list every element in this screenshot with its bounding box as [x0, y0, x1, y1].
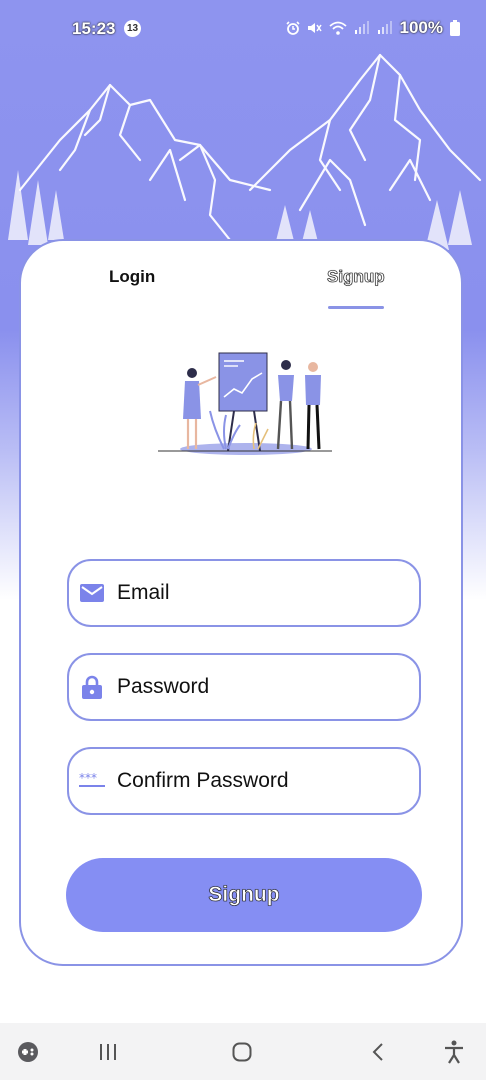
lock-icon	[79, 675, 105, 699]
recent-apps-icon	[100, 1043, 116, 1060]
recent-apps-button[interactable]	[88, 1023, 128, 1080]
back-icon	[372, 1042, 383, 1061]
notification-count-badge: 13	[124, 20, 141, 37]
active-tab-indicator	[328, 306, 384, 309]
signal-icon	[354, 21, 369, 34]
battery-percentage: 100%	[399, 18, 443, 37]
password-dots-icon: ***	[79, 773, 105, 789]
accessibility-button[interactable]	[434, 1023, 474, 1080]
mail-icon	[79, 584, 105, 602]
game-launcher-icon	[18, 1041, 38, 1062]
home-button[interactable]	[222, 1023, 262, 1080]
tab-login[interactable]: Login	[109, 267, 155, 287]
home-icon	[232, 1042, 252, 1061]
password-input[interactable]	[117, 675, 377, 699]
status-time: 15:23	[72, 19, 116, 38]
mountains-illustration	[8, 53, 482, 250]
auth-card: Login Signup Email *** Signup	[19, 239, 463, 966]
alarm-icon	[285, 21, 300, 35]
game-launcher-button[interactable]	[8, 1023, 48, 1080]
back-button[interactable]	[358, 1023, 398, 1080]
confirm-password-field[interactable]: ***	[67, 747, 421, 815]
password-field[interactable]	[67, 653, 421, 721]
accessibility-icon	[445, 1040, 463, 1064]
team-presentation-illustration	[158, 352, 332, 455]
svg-text:***: ***	[79, 773, 97, 785]
email-field[interactable]	[67, 559, 421, 627]
signal-icon-2	[377, 21, 392, 34]
wifi-icon	[328, 21, 347, 35]
email-input[interactable]	[117, 581, 377, 605]
system-navigation-bar	[0, 1023, 486, 1080]
confirm-password-input[interactable]	[117, 769, 377, 793]
tab-signup[interactable]: Signup	[327, 267, 385, 287]
mute-icon	[307, 23, 322, 33]
status-bar: 15:23 13 100%	[0, 0, 486, 58]
signup-button[interactable]: Signup	[66, 858, 422, 932]
battery-icon	[450, 20, 460, 36]
